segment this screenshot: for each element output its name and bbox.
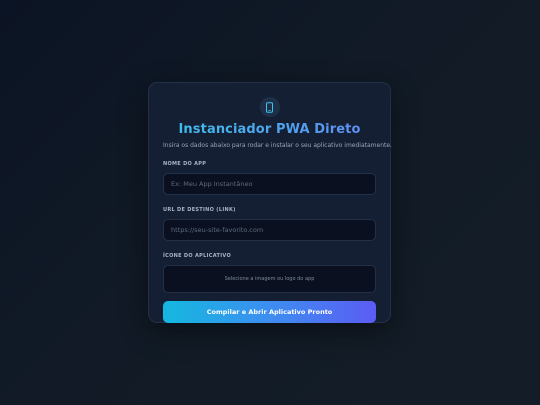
app-icon-upload-text: Selecione a imagem ou logo do app	[224, 276, 315, 282]
app-name-input[interactable]	[163, 173, 376, 195]
pwa-form-card: Instanciador PWA Direto Insira os dados …	[148, 82, 392, 323]
page-title: Instanciador PWA Direto	[163, 122, 376, 138]
compile-open-app-button[interactable]: Compilar e Abrir Aplicativo Pronto	[163, 301, 376, 323]
app-name-label: NOME DO APP	[163, 161, 207, 167]
app-icon-label: ÍCONE DO APLICATIVO	[163, 253, 231, 259]
mobile-phone-icon	[266, 101, 273, 113]
page-subtitle: Insira os dados abaixo para rodar e inst…	[163, 142, 392, 149]
target-url-label: URL DE DESTINO (LINK)	[163, 207, 236, 213]
target-url-input[interactable]	[163, 219, 376, 241]
app-logo-badge	[259, 97, 280, 117]
app-icon-file-picker[interactable]: Selecione a imagem ou logo do app	[163, 265, 376, 293]
